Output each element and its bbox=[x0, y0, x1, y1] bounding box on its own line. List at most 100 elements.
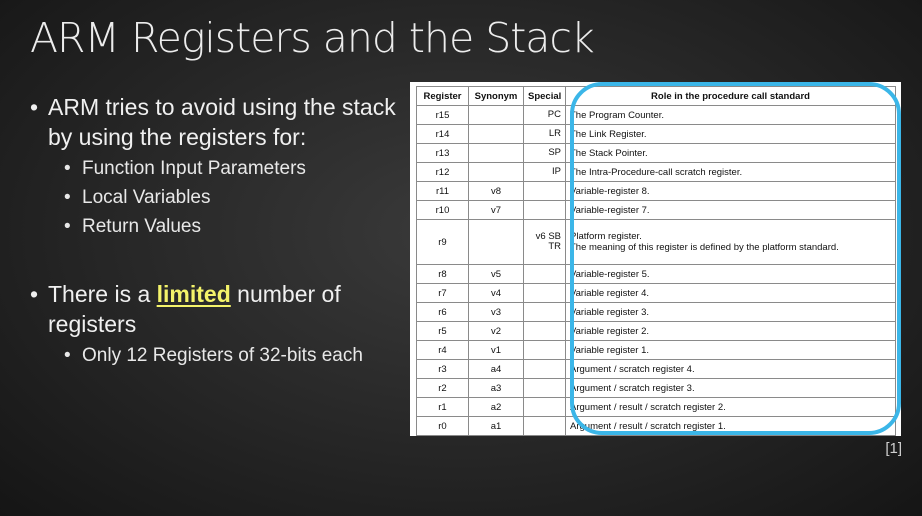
bullet-text: There is a bbox=[48, 281, 157, 307]
cell-special bbox=[523, 283, 566, 303]
cell-role: Platform register. The meaning of this re… bbox=[565, 219, 896, 265]
table-row: r8 v5 Variable-register 5. bbox=[416, 264, 896, 284]
cell-special bbox=[523, 397, 566, 417]
header-register: Register bbox=[416, 86, 469, 106]
cell-register: r6 bbox=[416, 302, 469, 322]
table-row: r12 IP The Intra-Procedure-call scratch re… bbox=[416, 162, 896, 182]
bullet-list: ARM tries to avoid using the stack by us… bbox=[26, 92, 404, 368]
cell-special bbox=[523, 264, 566, 284]
cell-register: r4 bbox=[416, 340, 469, 360]
cell-role: The Stack Pointer. bbox=[565, 143, 896, 163]
cell-synonym: a2 bbox=[468, 397, 524, 417]
cell-special: SP bbox=[523, 143, 566, 163]
cell-register: r15 bbox=[416, 105, 469, 125]
cell-special bbox=[523, 359, 566, 379]
cell-register: r7 bbox=[416, 283, 469, 303]
cell-special: LR bbox=[523, 124, 566, 144]
table-row: r3 a4 Argument / scratch register 4. bbox=[416, 359, 896, 379]
table-row: r1 a2 Argument / result / scratch register… bbox=[416, 397, 896, 417]
header-role: Role in the procedure call standard bbox=[565, 86, 896, 106]
cell-role: Variable-register 8. bbox=[565, 181, 896, 201]
cell-synonym: a3 bbox=[468, 378, 524, 398]
cell-special bbox=[523, 302, 566, 322]
table-row: r5 v2 Variable register 2. bbox=[416, 321, 896, 341]
cell-synonym bbox=[468, 219, 524, 265]
cell-role: The Program Counter. bbox=[565, 105, 896, 125]
sub-bullet: Return Values bbox=[26, 215, 404, 239]
cell-synonym bbox=[468, 105, 524, 125]
cell-synonym bbox=[468, 162, 524, 182]
cell-role: Variable register 4. bbox=[565, 283, 896, 303]
table-body: r15 PC The Program Counter. r14 LR The Link R… bbox=[416, 105, 896, 436]
cell-role: Variable register 2. bbox=[565, 321, 896, 341]
cell-special bbox=[523, 378, 566, 398]
slide-title: ARM Registers and the Stack bbox=[30, 14, 595, 62]
cell-role: Argument / result / scratch register 2. bbox=[565, 397, 896, 417]
table-header-row: Register Synonym Special Role in the pro… bbox=[416, 86, 896, 106]
cell-role: Argument / scratch register 4. bbox=[565, 359, 896, 379]
cell-synonym: v3 bbox=[468, 302, 524, 322]
cell-register: r11 bbox=[416, 181, 469, 201]
cell-register: r14 bbox=[416, 124, 469, 144]
cell-register: r0 bbox=[416, 416, 469, 436]
cell-synonym: v2 bbox=[468, 321, 524, 341]
table-row: r0 a1 Argument / result / scratch register… bbox=[416, 416, 896, 436]
cell-special bbox=[523, 200, 566, 220]
register-table: Register Synonym Special Role in the pro… bbox=[416, 86, 896, 436]
header-synonym: Synonym bbox=[468, 86, 524, 106]
cell-register: r9 bbox=[416, 219, 469, 265]
table-row: r9 v6 SB TR Platform register. The meaning … bbox=[416, 219, 896, 265]
cell-special: IP bbox=[523, 162, 566, 182]
cell-role: Variable register 3. bbox=[565, 302, 896, 322]
cell-special: v6 SB TR bbox=[523, 219, 566, 265]
sub-bullet: Local Variables bbox=[26, 186, 404, 210]
cell-register: r12 bbox=[416, 162, 469, 182]
cell-synonym: v4 bbox=[468, 283, 524, 303]
citation: [1] bbox=[885, 440, 902, 457]
cell-register: r2 bbox=[416, 378, 469, 398]
table-row: r13 SP The Stack Pointer. bbox=[416, 143, 896, 163]
cell-role: The Intra-Procedure-call scratch registe… bbox=[565, 162, 896, 182]
highlighted-word: limited bbox=[156, 281, 231, 307]
cell-synonym: v1 bbox=[468, 340, 524, 360]
register-table-image: Register Synonym Special Role in the pro… bbox=[410, 82, 901, 436]
cell-register: r8 bbox=[416, 264, 469, 284]
cell-synonym: a1 bbox=[468, 416, 524, 436]
cell-role: Argument / result / scratch register 1. bbox=[565, 416, 896, 436]
sub-bullet: Only 12 Registers of 32-bits each bbox=[26, 344, 404, 368]
cell-synonym: v5 bbox=[468, 264, 524, 284]
cell-register: r1 bbox=[416, 397, 469, 417]
bullet-main-1: ARM tries to avoid using the stack by us… bbox=[26, 92, 404, 152]
cell-role: Variable-register 7. bbox=[565, 200, 896, 220]
table-row: r2 a3 Argument / scratch register 3. bbox=[416, 378, 896, 398]
header-special: Special bbox=[523, 86, 566, 106]
bullet-main-2: There is a limited number of registers bbox=[26, 279, 404, 339]
cell-special bbox=[523, 321, 566, 341]
role-line: The meaning of this register is defined … bbox=[570, 242, 839, 253]
cell-role: Argument / scratch register 3. bbox=[565, 378, 896, 398]
table-row: r4 v1 Variable register 1. bbox=[416, 340, 896, 360]
table-row: r11 v8 Variable-register 8. bbox=[416, 181, 896, 201]
table-row: r7 v4 Variable register 4. bbox=[416, 283, 896, 303]
cell-synonym bbox=[468, 143, 524, 163]
cell-role: The Link Register. bbox=[565, 124, 896, 144]
cell-special bbox=[523, 181, 566, 201]
cell-role: Variable register 1. bbox=[565, 340, 896, 360]
table-row: r14 LR The Link Register. bbox=[416, 124, 896, 144]
cell-register: r3 bbox=[416, 359, 469, 379]
cell-special bbox=[523, 340, 566, 360]
cell-synonym: v8 bbox=[468, 181, 524, 201]
cell-synonym: v7 bbox=[468, 200, 524, 220]
cell-special bbox=[523, 416, 566, 436]
sub-bullet: Function Input Parameters bbox=[26, 157, 404, 181]
cell-synonym bbox=[468, 124, 524, 144]
cell-special: PC bbox=[523, 105, 566, 125]
cell-register: r10 bbox=[416, 200, 469, 220]
cell-register: r5 bbox=[416, 321, 469, 341]
table-row: r15 PC The Program Counter. bbox=[416, 105, 896, 125]
role-line: Platform register. bbox=[570, 231, 642, 242]
table-row: r6 v3 Variable register 3. bbox=[416, 302, 896, 322]
cell-register: r13 bbox=[416, 143, 469, 163]
cell-synonym: a4 bbox=[468, 359, 524, 379]
table-row: r10 v7 Variable-register 7. bbox=[416, 200, 896, 220]
